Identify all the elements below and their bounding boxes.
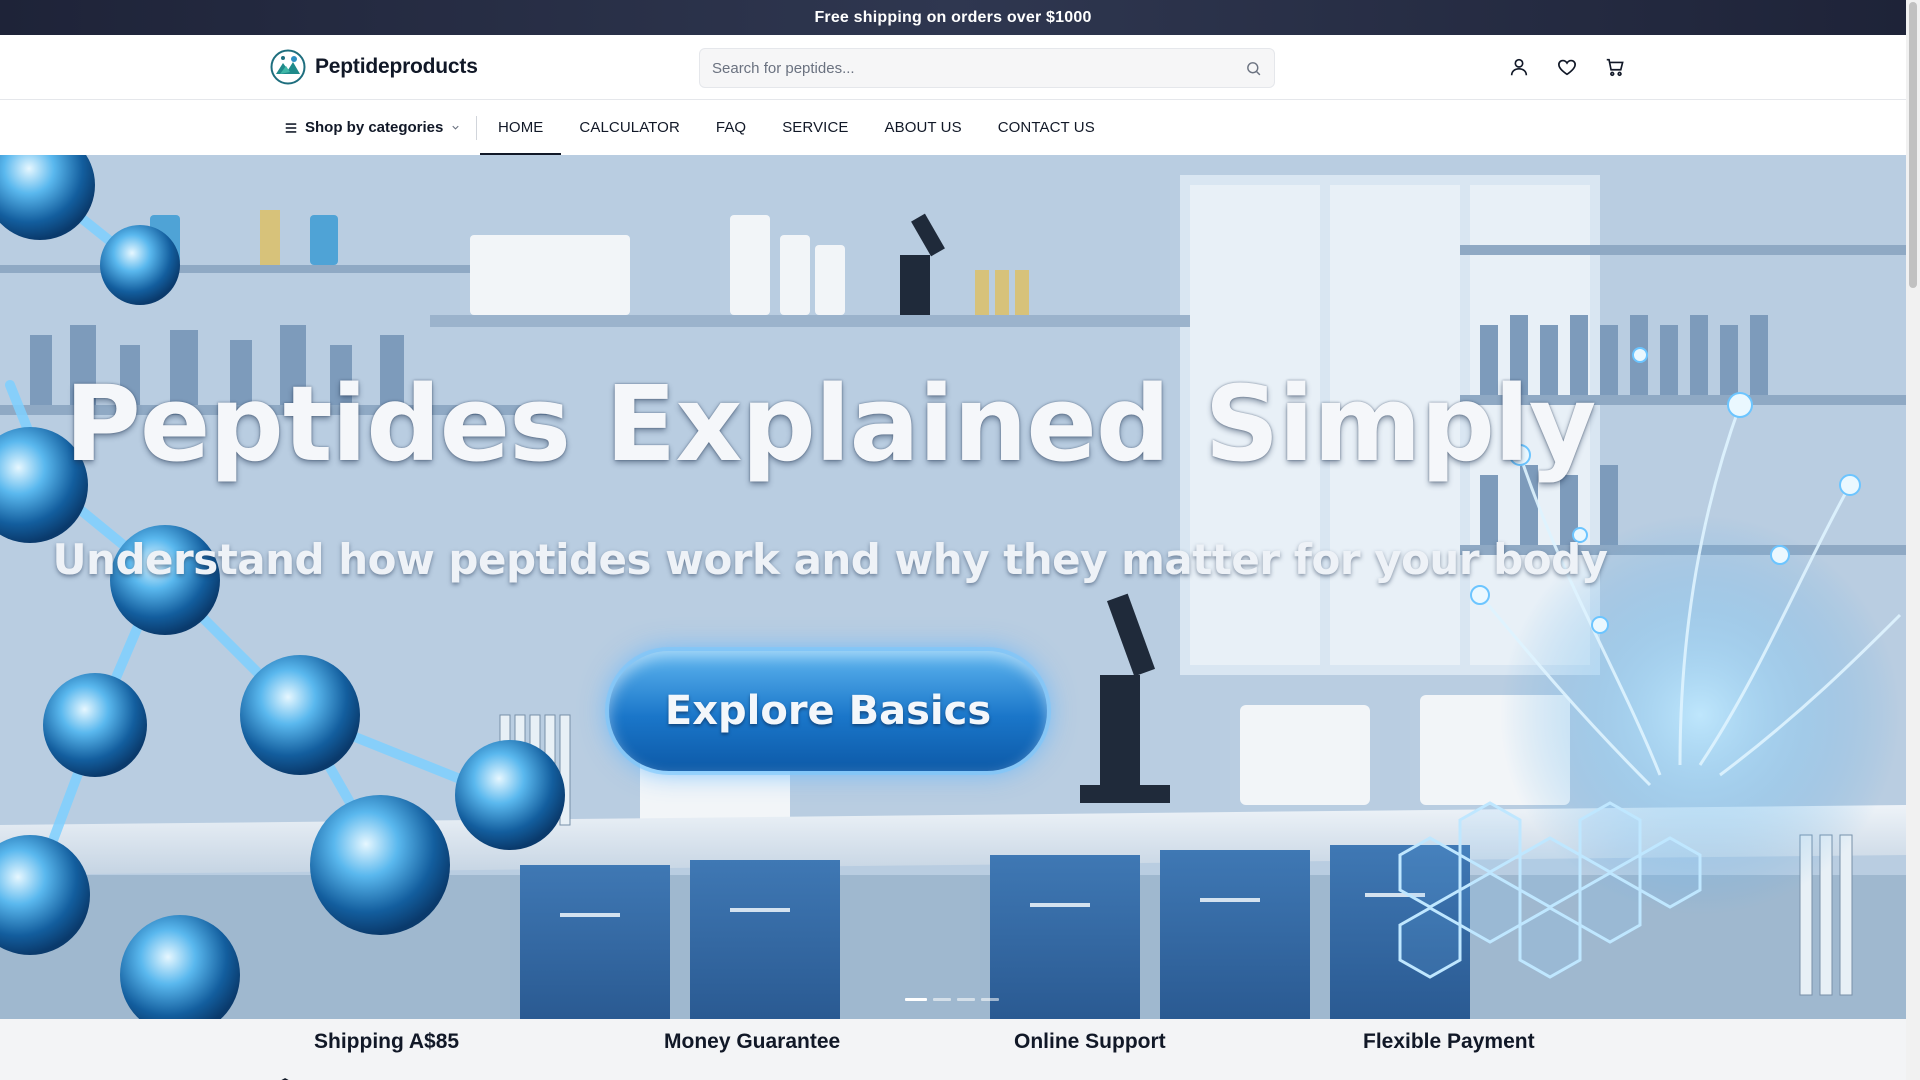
chevron-down-icon — [452, 125, 460, 130]
search-input[interactable] — [712, 59, 1245, 77]
feature-title: Shipping A$85 — [314, 1030, 460, 1053]
slider-dot-3[interactable] — [957, 998, 975, 1001]
header-actions — [1507, 55, 1627, 79]
nav-link-about-us[interactable]: ABOUT US — [866, 100, 979, 155]
hero-title: Peptides Explained Simply — [64, 363, 1597, 485]
slider-dots — [905, 998, 999, 1001]
features-strip: Shipping A$85 Money Guarantee Online Sup… — [0, 1019, 1906, 1080]
heart-icon — [1558, 59, 1576, 76]
logo-mark-icon — [270, 49, 306, 85]
slider-dot-4[interactable] — [981, 998, 999, 1001]
page-scrollbar[interactable] — [1906, 0, 1920, 1080]
badge-check-icon — [620, 1067, 650, 1080]
logo[interactable]: Peptideproducts — [270, 49, 478, 85]
wishlist-button[interactable] — [1555, 55, 1579, 79]
menu-icon — [285, 122, 297, 133]
nav-links: HOME CALCULATOR FAQ SERVICE ABOUT US CON… — [480, 100, 1113, 155]
announcement-text: Free shipping on orders over $1000 — [814, 8, 1092, 26]
site-header: Peptideproducts — [0, 35, 1906, 100]
box-icon — [281, 1078, 289, 1080]
feature-online-support: Online Support — [970, 1030, 1166, 1080]
categories-label: Shop by categories — [305, 119, 444, 136]
credit-card-icon — [1319, 1067, 1349, 1080]
nav-divider — [476, 116, 477, 140]
cart-button[interactable] — [1603, 55, 1627, 79]
search-box — [699, 48, 1275, 88]
cart-icon — [1606, 58, 1624, 77]
feature-money-guarantee: Money Guarantee — [620, 1030, 840, 1080]
scrollbar-thumb[interactable] — [1909, 2, 1917, 288]
feature-title: Online Support — [1014, 1030, 1166, 1053]
slider-dot-2[interactable] — [933, 998, 951, 1001]
logo-text: Peptideproducts — [315, 55, 478, 78]
nav-link-service[interactable]: SERVICE — [764, 100, 866, 155]
explore-basics-button[interactable]: Explore Basics — [609, 651, 1047, 771]
user-icon — [1510, 58, 1528, 76]
slider-dot-1[interactable] — [905, 998, 927, 1001]
shop-by-categories-button[interactable]: Shop by categories — [284, 100, 461, 155]
announcement-bar: Free shipping on orders over $1000 — [0, 0, 1906, 35]
main-nav: Shop by categories HOME CALCULATOR FAQ S… — [0, 100, 1906, 155]
feature-flexible-payment: Flexible Payment — [1319, 1030, 1535, 1080]
nav-link-faq[interactable]: FAQ — [698, 100, 764, 155]
nav-link-contact-us[interactable]: CONTACT US — [980, 100, 1113, 155]
feature-title: Money Guarantee — [664, 1030, 841, 1053]
hero-subtitle: Understand how peptides work and why the… — [52, 535, 1608, 584]
nav-link-home[interactable]: HOME — [480, 100, 562, 155]
hero-banner[interactable]: Peptides Explained Simply Understand how… — [0, 155, 1906, 1019]
feature-shipping: Shipping A$85 — [270, 1030, 459, 1080]
nav-link-calculator[interactable]: CALCULATOR — [561, 100, 697, 155]
headphones-icon — [970, 1067, 1000, 1080]
hero-lab-illustration — [0, 155, 1906, 1019]
feature-title: Flexible Payment — [1363, 1030, 1535, 1053]
account-button[interactable] — [1507, 55, 1531, 79]
search-icon[interactable] — [1245, 60, 1262, 77]
